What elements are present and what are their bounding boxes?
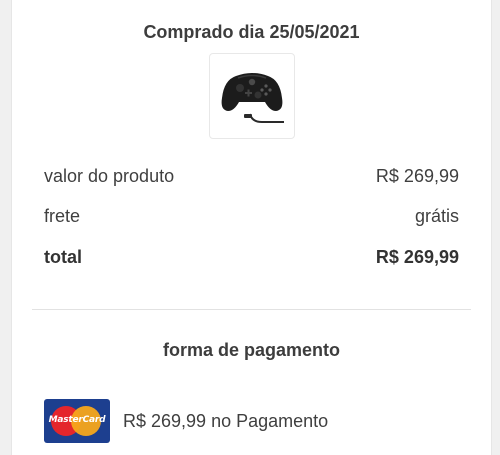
shipping-label: frete <box>44 205 81 226</box>
payment-method-row: MasterCard R$ 269,99 no Pagamento <box>44 397 328 445</box>
mastercard-logo-icon: MasterCard <box>44 399 110 443</box>
shipping-value: grátis <box>414 205 459 226</box>
product-image[interactable] <box>209 53 295 139</box>
product-value-row: valor do produto R$ 269,99 <box>44 164 459 188</box>
order-details-card: Comprado dia 25/05/2021 valor do produto… <box>11 0 492 455</box>
card-brand-text: MasterCard <box>48 415 106 425</box>
total-label: total <box>44 246 82 267</box>
total-value: R$ 269,99 <box>375 246 459 267</box>
product-value: R$ 269,99 <box>375 165 459 186</box>
section-divider <box>32 309 471 310</box>
game-controller-icon <box>221 73 284 123</box>
payment-description: R$ 269,99 no Pagamento <box>123 410 329 431</box>
product-value-label: valor do produto <box>44 165 175 186</box>
shipping-row: frete grátis <box>44 204 459 228</box>
total-row: total R$ 269,99 <box>44 245 459 269</box>
purchase-date-title: Comprado dia 25/05/2021 <box>143 22 360 42</box>
payment-method-title: forma de pagamento <box>162 340 341 360</box>
